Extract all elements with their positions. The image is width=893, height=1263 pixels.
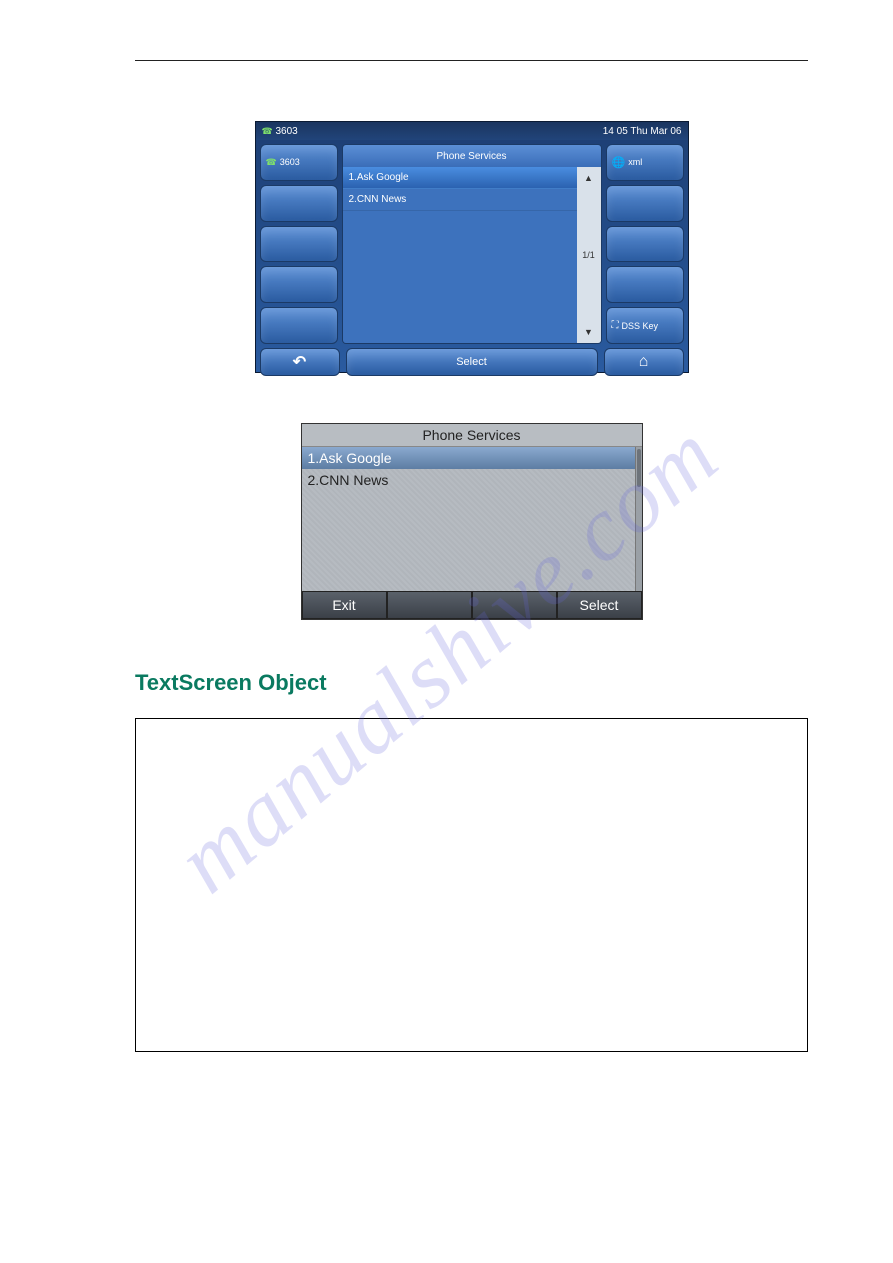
- list-container: 1.Ask Google 2.CNN News ▲ 1/1 ▼: [343, 167, 601, 343]
- back-button[interactable]: ↶: [260, 348, 340, 376]
- scroll-down-icon[interactable]: ▼: [584, 327, 593, 337]
- scroll-bar[interactable]: [635, 447, 642, 591]
- list-item[interactable]: 2.CNN News: [343, 189, 577, 211]
- scroll-thumb[interactable]: [637, 449, 641, 487]
- status-bar: 3603 14 05 Thu Mar 06: [256, 122, 688, 140]
- sidekey-empty[interactable]: [606, 185, 684, 222]
- softkey-empty[interactable]: [387, 591, 472, 619]
- exit-button[interactable]: Exit: [302, 591, 387, 619]
- code-box: [135, 718, 808, 1052]
- page-header-rule: [135, 60, 808, 61]
- sidekey-line-1[interactable]: 3603: [260, 144, 338, 181]
- sidekey-empty[interactable]: [606, 266, 684, 303]
- status-datetime: 14 05 Thu Mar 06: [603, 126, 682, 137]
- sidekey-label: xml: [628, 157, 642, 167]
- home-button[interactable]: ⌂: [604, 348, 684, 376]
- scroll-up-icon[interactable]: ▲: [584, 173, 593, 183]
- main-panel: Phone Services 1.Ask Google 2.CNN News ▲…: [342, 144, 602, 344]
- sidekey-label: 3603: [280, 157, 300, 167]
- section-heading: TextScreen Object: [135, 670, 808, 696]
- right-sidekeys: 🌐xml ⛶DSS Key: [606, 144, 684, 344]
- sidekey-empty[interactable]: [260, 226, 338, 263]
- sidekey-label: DSS Key: [622, 321, 659, 331]
- scroll-bar[interactable]: ▲ 1/1 ▼: [577, 167, 601, 343]
- phone-icon: [266, 157, 277, 168]
- select-button[interactable]: Select: [557, 591, 642, 619]
- panel-title: Phone Services: [343, 145, 601, 167]
- phone-ui-blue: 3603 14 05 Thu Mar 06 3603 Phone Service…: [255, 121, 689, 373]
- sidekey-xml[interactable]: 🌐xml: [606, 144, 684, 181]
- sidekey-empty[interactable]: [260, 266, 338, 303]
- back-icon: ↶: [293, 352, 306, 372]
- globe-icon: 🌐: [612, 156, 626, 169]
- phone-ui-gray: Phone Services 1.Ask Google 2.CNN News E…: [301, 423, 643, 620]
- expand-icon: ⛶: [612, 320, 619, 331]
- status-extension: 3603: [262, 126, 298, 137]
- sidekey-dss[interactable]: ⛶DSS Key: [606, 307, 684, 344]
- list-container: 1.Ask Google 2.CNN News: [302, 447, 642, 591]
- panel-title: Phone Services: [302, 424, 642, 447]
- home-icon: ⌂: [639, 353, 649, 371]
- page-indicator: 1/1: [582, 250, 595, 260]
- softkey-empty[interactable]: [472, 591, 557, 619]
- sidekey-empty[interactable]: [260, 185, 338, 222]
- left-sidekeys: 3603: [260, 144, 338, 344]
- phone-icon: [262, 126, 273, 137]
- select-button[interactable]: Select: [346, 348, 598, 376]
- list-item[interactable]: 1.Ask Google: [302, 447, 635, 469]
- sidekey-empty[interactable]: [260, 307, 338, 344]
- list-item[interactable]: 1.Ask Google: [343, 167, 577, 189]
- sidekey-empty[interactable]: [606, 226, 684, 263]
- list-item[interactable]: 2.CNN News: [302, 469, 635, 491]
